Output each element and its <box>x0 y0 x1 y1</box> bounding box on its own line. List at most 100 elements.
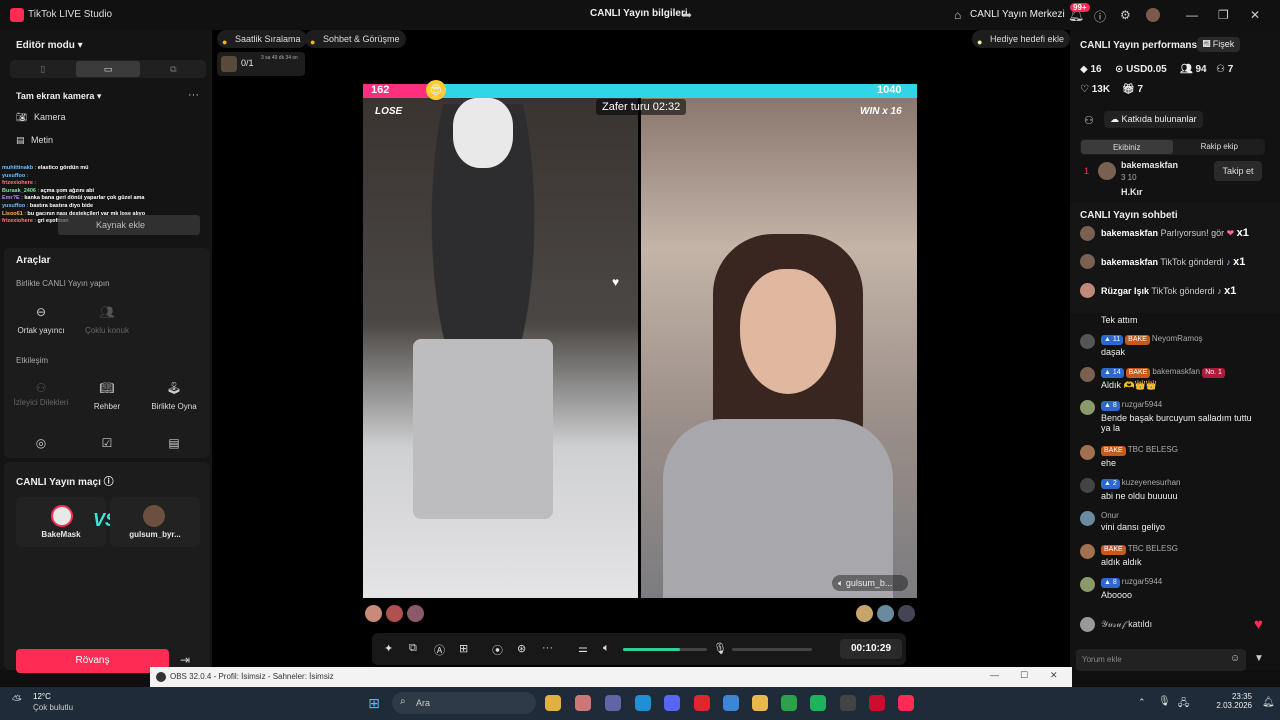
more-icon[interactable]: ··· <box>542 642 553 654</box>
exit-icon[interactable]: ⇥ <box>180 653 190 667</box>
editor-mode-dropdown[interactable]: Editör modu ▾ <box>16 40 83 51</box>
rotate-option[interactable]: ⧉ <box>142 61 205 77</box>
chat-call-pill[interactable]: ● Sohbet & Görüşme <box>305 30 406 48</box>
text-source[interactable]: ▤ Metin <box>16 135 53 146</box>
maximize-icon[interactable]: ❐ <box>1218 8 1229 22</box>
supporter-avatar[interactable] <box>407 605 424 622</box>
guide-tool[interactable]: 📖︎ Rehber <box>76 372 138 424</box>
camera-source[interactable]: 📷︎ Kamera <box>16 112 65 123</box>
goal-tool[interactable]: ◎ <box>10 430 72 456</box>
gear-icon[interactable]: ⚙ <box>1120 8 1131 22</box>
help-icon[interactable]: ⓘ <box>1094 8 1106 25</box>
battle-score-bar <box>363 84 917 98</box>
filter-icon[interactable]: ▼ <box>1254 653 1264 664</box>
add-user-icon[interactable]: ⚇ <box>1084 114 1094 127</box>
obs-maximize-icon[interactable]: ☐ <box>1020 670 1028 681</box>
magic-wand-icon[interactable]: ✦ <box>384 642 393 655</box>
obs-close-icon[interactable]: ✕ <box>1050 670 1058 681</box>
chrome-icon[interactable] <box>545 695 561 711</box>
add-source-button[interactable]: Kaynak ekle <box>58 215 200 235</box>
taskbar-search[interactable]: Ara <box>392 692 536 714</box>
weather-text: Çok bulutlu <box>33 703 74 712</box>
home-icon[interactable]: ⌂ <box>954 8 961 22</box>
share-icon[interactable]: ➦ <box>682 8 692 22</box>
edge-icon[interactable] <box>635 695 651 711</box>
start-icon[interactable]: ⊞ <box>366 695 382 711</box>
landscape-option[interactable]: ▭ <box>76 61 140 77</box>
gift-goal-pill[interactable]: ● Hediye hedefi ekle <box>972 30 1071 48</box>
record-icon[interactable]: ⦿ <box>492 642 503 658</box>
rank-number: 1 <box>1084 166 1090 176</box>
layout-icon[interactable]: ⊞ <box>459 642 468 655</box>
battle-video <box>363 84 917 598</box>
game-icon[interactable] <box>810 695 826 711</box>
cohost-tool[interactable]: ⊖ Ortak yayıncı <box>10 296 72 348</box>
contributor-avatar[interactable] <box>1098 162 1116 180</box>
mail-icon[interactable] <box>723 695 739 711</box>
effects-icon[interactable]: ⧉ <box>409 642 417 655</box>
orientation-segment[interactable]: ▯ ▭ ⧉ <box>10 60 206 78</box>
archive-icon: ▤ <box>168 436 180 450</box>
comment-input[interactable]: Yorum ekle <box>1076 649 1246 671</box>
multi-guest-tool[interactable]: 👥︎ Çoklu konuk <box>76 296 138 348</box>
app-icon[interactable] <box>575 695 591 711</box>
team-tabs[interactable]: Ekibiniz Rakip ekip <box>1080 139 1265 155</box>
hourly-ranking-pill[interactable]: ● Saatlik Sıralama <box>217 30 307 48</box>
tiktok-taskbar-icon[interactable] <box>898 695 914 711</box>
profile-avatar[interactable] <box>1146 8 1160 22</box>
stat-diamonds: ◆ 16 <box>1080 64 1102 75</box>
ai-icon[interactable]: Ⓐ <box>434 642 445 658</box>
play-together-tool[interactable]: 🕹︎ Birlikte Oyna <box>143 372 205 424</box>
teams-icon[interactable] <box>605 695 621 711</box>
camera-section-dropdown[interactable]: Tam ekran kamera ▾ <box>16 91 101 102</box>
volume-slider[interactable] <box>623 648 707 651</box>
check-tool[interactable]: ☑ <box>76 430 138 456</box>
tray-chevron-icon[interactable]: ⌃ <box>1138 697 1146 708</box>
search-icon: ⌕ <box>400 696 406 707</box>
mic-slider[interactable] <box>732 648 812 651</box>
notifications-icon[interactable]: 🔔︎ <box>1262 697 1275 708</box>
follow-button[interactable]: Takip et <box>1214 161 1262 181</box>
supporter-avatar[interactable] <box>898 605 915 622</box>
tab-your-team[interactable]: Ekibiniz <box>1081 140 1173 154</box>
microphone-icon[interactable]: 🎙︎ <box>713 642 727 655</box>
heart-icon[interactable]: ♥ <box>612 275 619 289</box>
firework-button[interactable]: 🎆︎ Fişek <box>1197 37 1241 52</box>
obs-taskbar-icon[interactable] <box>840 695 856 711</box>
box-tool[interactable]: ▤ <box>143 430 205 456</box>
chat-message: BAKE TBC BELESG ehe <box>1080 445 1260 468</box>
live-center-button[interactable]: CANLI Yayın Merkezi <box>970 9 1065 20</box>
viewer-wishes-tool[interactable]: ⚇ İzleyici Dilekleri <box>10 372 72 424</box>
like-heart-icon[interactable]: ♥ <box>1254 616 1263 633</box>
checkbox-icon: ☑ <box>101 436 113 450</box>
speaker-icon[interactable]: 🔈︎ <box>603 642 610 655</box>
obs-window-bar[interactable]: OBS 32.0.4 - Profil: İsimsiz - Sahneler:… <box>150 667 1072 687</box>
opera-icon[interactable] <box>694 695 710 711</box>
tray-network-icon[interactable]: 🖧︎ <box>1178 696 1189 713</box>
supporter-avatar[interactable] <box>365 605 382 622</box>
link-icon: ⊖ <box>35 305 47 319</box>
supporter-avatar[interactable] <box>856 605 873 622</box>
video-divider <box>638 98 641 598</box>
camera-switch-icon[interactable]: ⊛ <box>517 642 526 655</box>
portrait-option[interactable]: ▯ <box>11 61 74 77</box>
media-icon[interactable] <box>869 695 885 711</box>
rematch-button[interactable]: Rövanş <box>16 649 169 673</box>
folder-icon[interactable] <box>752 695 768 711</box>
tray-mic-icon[interactable]: 🎙︎ <box>1158 696 1171 707</box>
chrome-app-icon[interactable] <box>781 695 797 711</box>
tab-rival-team[interactable]: Rakip ekip <box>1174 139 1266 155</box>
contributors-button[interactable]: ☁ Katkıda bulunanlar <box>1104 111 1203 128</box>
supporter-avatar[interactable] <box>877 605 894 622</box>
live-info-button[interactable]: CANLI Yayın bilgileri <box>590 8 688 19</box>
supporter-avatar[interactable] <box>386 605 403 622</box>
minimize-icon[interactable]: — <box>1186 8 1198 22</box>
sliders-icon[interactable]: ⚌ <box>578 642 588 655</box>
discord-icon[interactable] <box>664 695 680 711</box>
clock[interactable]: 23:35 2.03.2026 <box>1200 692 1252 710</box>
obs-minimize-icon[interactable]: — <box>990 670 999 680</box>
chat-message: Onur vini dansı geliyo <box>1080 511 1260 532</box>
more-options-icon[interactable]: ··· <box>188 89 199 101</box>
close-icon[interactable]: ✕ <box>1250 8 1260 22</box>
emoji-picker-icon[interactable]: ☺ <box>1230 653 1240 664</box>
